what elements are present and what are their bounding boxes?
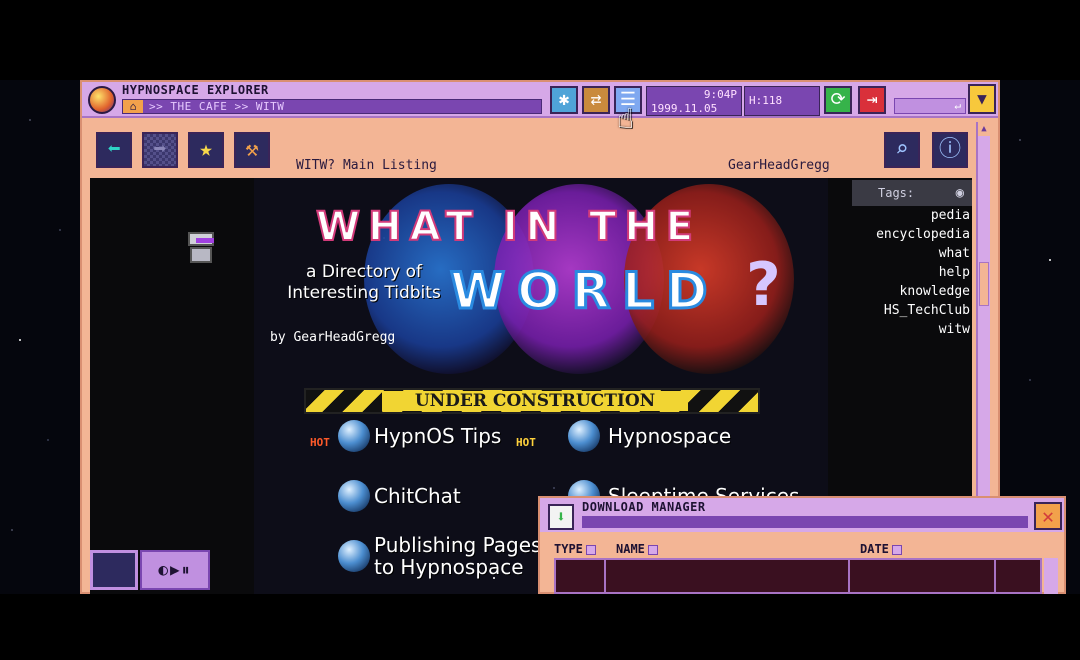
minimize-icon[interactable]: ▼	[968, 84, 996, 114]
link-hypnospace[interactable]: Hypnospace	[608, 424, 731, 448]
tags-header-label: Tags:	[878, 186, 915, 200]
hot-badge: HOT	[516, 436, 536, 449]
byline: by GearHeadGregg	[270, 330, 396, 345]
navigation-bar: ⬅ ➡ ★ ⚒ WITW? Main Listing GearHeadGregg…	[82, 118, 998, 178]
music-screen	[90, 550, 138, 590]
download-manager-window: ⬇ DOWNLOAD MANAGER ✕ TYPE NAME DATE	[538, 496, 1066, 594]
eye-icon[interactable]: ◉	[956, 180, 964, 206]
tags-header: Tags: ◉	[852, 180, 972, 206]
clock-display: 9:04P 1999.11.05	[646, 86, 742, 116]
download-manager-bar	[582, 516, 1028, 528]
return-arrow-icon[interactable]: ↵	[894, 98, 966, 114]
hot-badge: HOT	[310, 436, 330, 449]
tag-item[interactable]: encyclopedia	[876, 227, 970, 242]
logo-what-in-the: WHAT IN THE	[315, 203, 702, 251]
search-icon[interactable]: ⌕	[884, 132, 920, 168]
scroll-up-icon[interactable]: ▲	[978, 122, 990, 136]
logo-question-mark: ?	[746, 250, 781, 320]
address-text: >> THE CAFE >> WITW	[149, 100, 285, 113]
music-player: ◐▶⏸	[90, 550, 212, 592]
globe-orb-icon	[568, 420, 600, 452]
column-date[interactable]: DATE	[860, 542, 902, 556]
download-icon: ⬇	[548, 504, 574, 530]
robot-icon	[186, 232, 216, 268]
tag-item[interactable]: help	[939, 265, 970, 280]
sort-icon	[585, 544, 596, 555]
swap-arrows-icon[interactable]: ⇄	[582, 86, 610, 114]
tagline: a Directory of Interesting Tidbits	[287, 262, 441, 303]
exit-icon[interactable]: ⇥	[858, 86, 886, 114]
settings-gear-icon[interactable]: ✱	[550, 86, 578, 114]
sort-icon	[891, 544, 902, 555]
close-icon[interactable]: ✕	[1034, 502, 1062, 530]
column-type[interactable]: TYPE	[554, 542, 596, 556]
download-table	[554, 558, 1042, 594]
link-publishing-pages[interactable]: Publishing Pages to Hypnospace	[374, 534, 544, 578]
clock-date: 1999.11.05	[651, 102, 718, 115]
app-logo-icon[interactable]	[88, 86, 116, 114]
globe-orb-icon	[338, 420, 370, 452]
bookmark-star-icon[interactable]: ★	[188, 132, 224, 168]
sort-icon	[647, 544, 658, 555]
refresh-icon[interactable]: ⟳	[824, 86, 852, 114]
home-icon[interactable]: ⌂	[123, 100, 143, 113]
under-construction-banner: UNDER CONSTRUCTION	[304, 388, 760, 414]
download-scrollbar[interactable]	[1044, 558, 1058, 594]
column-name[interactable]: NAME	[616, 542, 658, 556]
tag-item[interactable]: HS_TechClub	[884, 303, 970, 318]
letterbox-top	[0, 0, 1080, 80]
back-arrow-icon[interactable]: ⬅	[96, 132, 132, 168]
tag-item[interactable]: what	[939, 246, 970, 261]
page-title: WITW? Main Listing	[296, 158, 437, 173]
globe-orb-icon	[338, 540, 370, 572]
logo-world: WORLD	[449, 261, 720, 322]
letterbox-bottom	[0, 594, 1080, 660]
address-bar[interactable]: ⌂ >> THE CAFE >> WITW	[122, 99, 542, 114]
globe-orb-icon	[338, 480, 370, 512]
link-chitchat[interactable]: ChitChat	[374, 484, 461, 508]
page-author[interactable]: GearHeadGregg	[728, 158, 830, 173]
tag-item[interactable]: knowledge	[900, 284, 970, 299]
hammer-icon[interactable]: ⚒	[234, 132, 270, 168]
app-title: HYPNOSPACE EXPLORER	[122, 83, 269, 97]
column-divider	[994, 560, 996, 594]
download-manager-titlebar: ⬇ DOWNLOAD MANAGER ✕	[540, 498, 1064, 532]
scroll-thumb[interactable]	[979, 262, 989, 306]
link-hypnos-tips[interactable]: HypnOS Tips	[374, 424, 501, 448]
title-bar: HYPNOSPACE EXPLORER ⌂ >> THE CAFE >> WIT…	[82, 82, 998, 118]
clock-time: 9:04P	[703, 88, 737, 101]
download-manager-title: DOWNLOAD MANAGER	[582, 500, 706, 514]
forward-arrow-icon[interactable]: ➡	[142, 132, 178, 168]
tag-item[interactable]: pedia	[931, 208, 970, 223]
hypnocoin-balance: H:118	[744, 86, 820, 116]
construction-label: UNDER CONSTRUCTION	[382, 391, 688, 411]
column-divider	[848, 560, 850, 594]
info-icon[interactable]: ⓘ	[932, 132, 968, 168]
music-controls-icon[interactable]: ◐▶⏸	[140, 550, 210, 590]
download-table-header: TYPE NAME DATE	[554, 542, 1044, 556]
tag-item[interactable]: witw	[939, 322, 970, 337]
column-divider	[604, 560, 606, 594]
mouse-cursor-icon: ☝	[617, 102, 634, 135]
